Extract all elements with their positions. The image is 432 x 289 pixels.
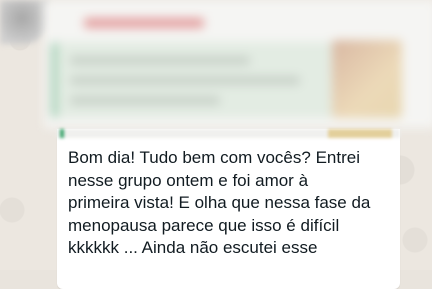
quoted-message-blurred[interactable]	[52, 42, 356, 118]
reply-preview-strip	[57, 129, 400, 138]
quoted-line	[70, 96, 220, 105]
quoted-line	[70, 56, 250, 65]
message-text: Bom dia! Tudo bem com vocês? Entrei ness…	[68, 148, 371, 257]
sender-name-blurred	[84, 18, 204, 28]
image-thumbnail-blurred[interactable]	[332, 40, 402, 118]
quoted-line	[70, 76, 300, 85]
reply-accent-bar	[60, 129, 64, 138]
previous-message-blurred	[44, 0, 432, 128]
message-bubble[interactable]: Bom dia! Tudo bem com vocês? Entrei ness…	[57, 129, 400, 289]
reply-image-edge	[328, 129, 392, 138]
